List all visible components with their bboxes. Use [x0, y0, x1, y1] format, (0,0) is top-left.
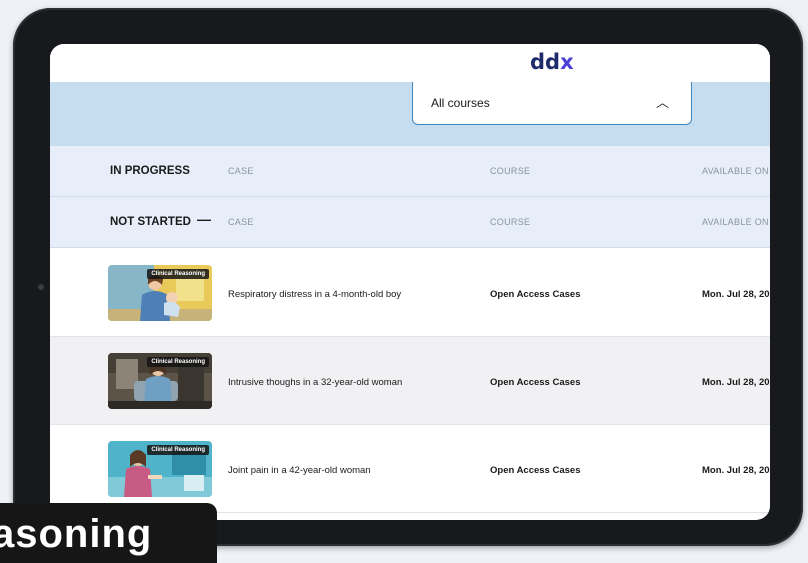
available-date: Mon. Jul 28, 20 — [702, 289, 770, 300]
clinical-reasoning-tag: Clinical Reasoning — [147, 269, 209, 279]
ddx-logo[interactable]: ddx — [530, 50, 574, 74]
section-in-progress[interactable]: IN PROGRESS CASE COURSE AVAILABLE ON — [50, 146, 770, 197]
case-thumbnail[interactable]: Clinical Reasoning — [108, 441, 212, 497]
course-name: Open Access Cases — [490, 465, 581, 476]
caption-overlay: asoning — [0, 503, 217, 563]
app-screen: ddx All courses ︿ IN PROGRESS CASE COURS… — [50, 44, 770, 520]
caption-text: asoning — [0, 512, 153, 556]
column-header-case: CASE — [228, 217, 254, 227]
column-header-course: COURSE — [490, 217, 531, 227]
case-title[interactable]: Intrusive thoughs in a 32-year-old woman — [228, 377, 402, 388]
available-date: Mon. Jul 28, 20 — [702, 377, 770, 388]
case-thumbnail[interactable]: Clinical Reasoning — [108, 265, 212, 321]
available-date: Mon. Jul 28, 20 — [702, 465, 770, 476]
table-row[interactable]: Clinical Reasoning Joint pain in a 42-ye… — [50, 425, 770, 513]
course-dropdown[interactable]: All courses ︿ — [412, 82, 692, 125]
clinical-reasoning-tag: Clinical Reasoning — [147, 445, 209, 455]
camera-dot — [38, 284, 44, 290]
clinical-reasoning-tag: Clinical Reasoning — [147, 357, 209, 367]
course-name: Open Access Cases — [490, 289, 581, 300]
case-thumbnail[interactable]: Clinical Reasoning — [108, 353, 212, 409]
section-not-started[interactable]: NOT STARTED — CASE COURSE AVAILABLE ON — [50, 197, 770, 248]
table-row[interactable]: Clinical Reasoning Respiratory distress … — [50, 249, 770, 337]
column-header-course: COURSE — [490, 166, 531, 176]
chevron-up-icon[interactable]: ︿ — [656, 92, 669, 111]
collapse-icon[interactable]: — — [197, 211, 211, 227]
case-title[interactable]: Joint pain in a 42-year-old woman — [228, 465, 371, 476]
section-title: IN PROGRESS — [110, 165, 190, 177]
case-title[interactable]: Respiratory distress in a 4-month-old bo… — [228, 289, 401, 300]
section-title: NOT STARTED — [110, 216, 191, 228]
course-dropdown-value: All courses — [431, 96, 490, 110]
course-name: Open Access Cases — [490, 377, 581, 388]
column-header-available: AVAILABLE ON — [702, 166, 769, 176]
column-header-case: CASE — [228, 166, 254, 176]
column-header-available: AVAILABLE ON — [702, 217, 769, 227]
table-row[interactable]: Clinical Reasoning Intrusive thoughs in … — [50, 337, 770, 425]
top-bar: ddx — [50, 44, 770, 82]
